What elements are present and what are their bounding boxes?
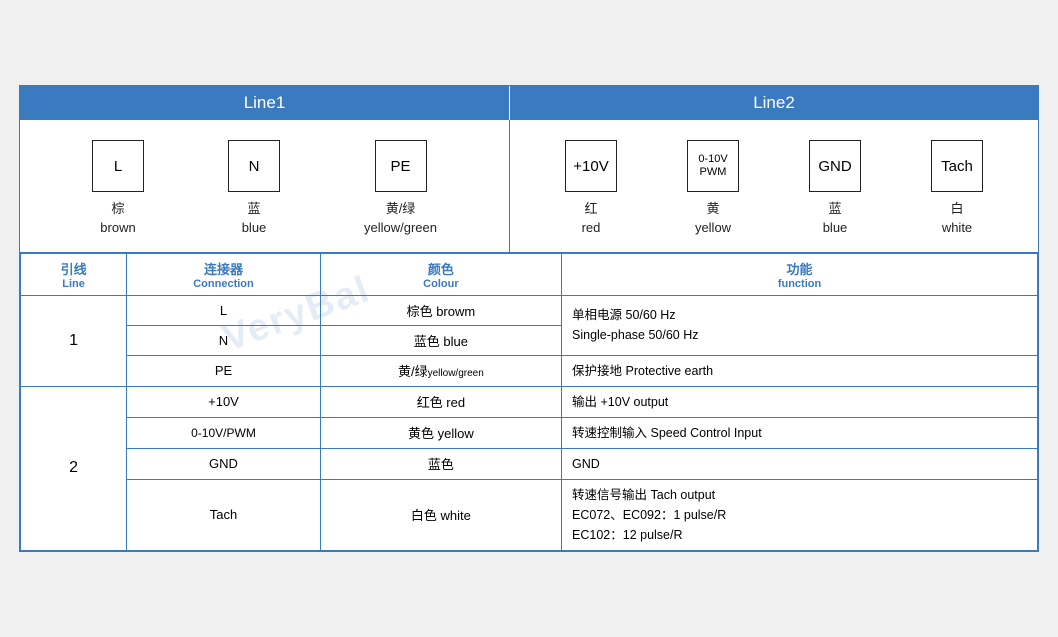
func-speed-control: 转速控制输入 Speed Control Input: [562, 417, 1038, 448]
connector-label-Tach: 白white: [942, 200, 972, 236]
colour-yellow: 黄色 yellow: [320, 417, 561, 448]
connector-GND: GND 蓝blue: [809, 140, 861, 236]
conn-GND: GND: [127, 448, 321, 479]
line2-header: Line2: [510, 86, 1038, 120]
connector-box-PE: PE: [375, 140, 427, 192]
th-colour: 颜色 Colour: [320, 253, 561, 295]
th-line: 引线 Line: [21, 253, 127, 295]
diagram-line2: +10V 红red 0-10VPWM 黄yellow GND 蓝blue Tac…: [510, 120, 1038, 251]
connector-box-L: L: [92, 140, 144, 192]
connector-N: N 蓝blue: [228, 140, 280, 236]
colour-yellow-green: 黄/绿yellow/green: [320, 355, 561, 386]
th-function: 功能 function: [562, 253, 1038, 295]
table-row: GND 蓝色 GND: [21, 448, 1038, 479]
connector-label-N: 蓝blue: [242, 200, 267, 236]
func-tach-output: 转速信号输出 Tach output EC072、EC092：1 pulse/R…: [562, 479, 1038, 550]
connector-Tach: Tach 白white: [931, 140, 983, 236]
connector-box-10V: +10V: [565, 140, 617, 192]
th-connection: 连接器 Connection: [127, 253, 321, 295]
header-row: Line1 Line2: [20, 86, 1038, 120]
func-GND: GND: [562, 448, 1038, 479]
colour-brown: 棕色 browm: [320, 295, 561, 325]
connector-label-GND: 蓝blue: [823, 200, 848, 236]
connector-PE: PE 黄/绿yellow/green: [364, 140, 437, 236]
data-table-wrapper: VeryBal 引线 Line 连接器 Connection 颜色 Colour: [20, 253, 1038, 551]
colour-red: 红色 red: [320, 386, 561, 417]
colour-blue-1: 蓝色 blue: [320, 325, 561, 355]
wire-table: 引线 Line 连接器 Connection 颜色 Colour 功能 func…: [20, 253, 1038, 551]
func-protective-earth: 保护接地 Protective earth: [562, 355, 1038, 386]
table-header-row: 引线 Line 连接器 Connection 颜色 Colour 功能 func…: [21, 253, 1038, 295]
conn-N: N: [127, 325, 321, 355]
line1-header: Line1: [20, 86, 510, 120]
conn-L: L: [127, 295, 321, 325]
func-10V-output: 输出 +10V output: [562, 386, 1038, 417]
connector-box-N: N: [228, 140, 280, 192]
connector-label-L: 棕brown: [100, 200, 135, 236]
table-row: Tach 白色 white 转速信号输出 Tach output EC072、E…: [21, 479, 1038, 550]
connector-label-PWM: 黄yellow: [695, 200, 731, 236]
connector-label-PE: 黄/绿yellow/green: [364, 200, 437, 236]
connector-box-Tach: Tach: [931, 140, 983, 192]
connector-box-GND: GND: [809, 140, 861, 192]
line-num-2: 2: [21, 386, 127, 550]
conn-Tach: Tach: [127, 479, 321, 550]
connector-L: L 棕brown: [92, 140, 144, 236]
table-row: 1 L 棕色 browm 单相电源 50/60 HzSingle-phase 5…: [21, 295, 1038, 325]
colour-blue-2: 蓝色: [320, 448, 561, 479]
connector-label-10V: 红red: [582, 200, 601, 236]
connector-PWM: 0-10VPWM 黄yellow: [687, 140, 739, 236]
func-singlephase: 单相电源 50/60 HzSingle-phase 50/60 Hz: [562, 295, 1038, 355]
diagram-line1: L 棕brown N 蓝blue PE 黄/绿yellow/green: [20, 120, 510, 251]
line-num-1: 1: [21, 295, 127, 386]
diagram-row: L 棕brown N 蓝blue PE 黄/绿yellow/green +10V…: [20, 120, 1038, 252]
conn-PWM: 0-10V/PWM: [127, 417, 321, 448]
conn-PE: PE: [127, 355, 321, 386]
colour-white: 白色 white: [320, 479, 561, 550]
table-row: 2 +10V 红色 red 输出 +10V output: [21, 386, 1038, 417]
table-row: 0-10V/PWM 黄色 yellow 转速控制输入 Speed Control…: [21, 417, 1038, 448]
table-row: PE 黄/绿yellow/green 保护接地 Protective earth: [21, 355, 1038, 386]
connector-box-PWM: 0-10VPWM: [687, 140, 739, 192]
conn-10V: +10V: [127, 386, 321, 417]
connector-10V: +10V 红red: [565, 140, 617, 236]
